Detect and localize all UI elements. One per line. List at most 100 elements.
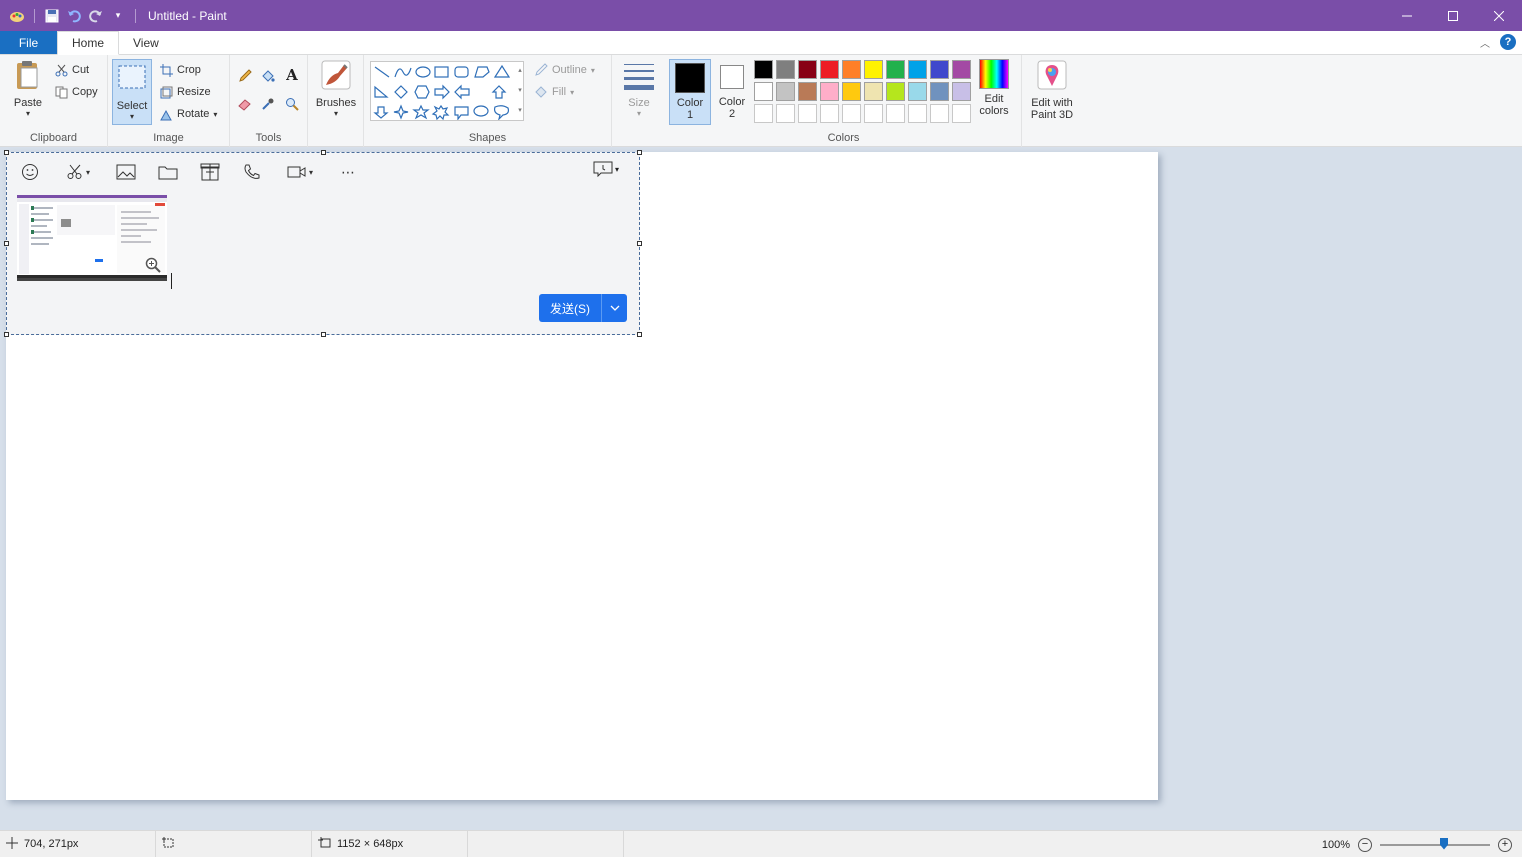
selection-handle-n[interactable] [321, 150, 326, 155]
red-packet-icon[interactable] [199, 161, 221, 183]
palette-custom-slot[interactable] [930, 104, 949, 123]
selection-handle-nw[interactable] [4, 150, 9, 155]
palette-swatch[interactable] [952, 82, 971, 101]
edit-colors-button[interactable]: Edit colors [974, 59, 1014, 117]
redo-icon[interactable] [87, 7, 105, 25]
rotate-icon [159, 107, 173, 121]
shapes-gallery-icons[interactable] [371, 62, 523, 121]
selection-size-cell [156, 830, 312, 857]
palette-custom-slot[interactable] [820, 104, 839, 123]
brushes-button[interactable]: Brushes ▾ [314, 59, 358, 118]
help-icon[interactable]: ? [1500, 34, 1516, 50]
qat-separator [135, 8, 136, 23]
zoom-slider-thumb[interactable] [1440, 837, 1448, 850]
palette-swatch[interactable] [754, 82, 773, 101]
palette-swatch[interactable] [930, 82, 949, 101]
chat-history-icon[interactable]: ▾ [593, 161, 619, 177]
zoom-in-icon[interactable] [145, 257, 161, 273]
zoom-in-status-icon[interactable]: + [1498, 837, 1512, 852]
resize-button[interactable]: Resize [159, 85, 211, 99]
palette-swatch[interactable] [798, 82, 817, 101]
text-tool[interactable]: A [285, 66, 299, 84]
zoom-out-icon[interactable]: − [1358, 837, 1372, 852]
screenshot-thumbnail[interactable] [17, 195, 167, 281]
more-options-icon[interactable]: ⋯ [337, 161, 359, 183]
fill-tool[interactable] [261, 69, 275, 83]
zoom-slider[interactable] [1380, 837, 1490, 850]
palette-custom-slot[interactable] [798, 104, 817, 123]
selection-handle-se[interactable] [637, 332, 642, 337]
palette-custom-slot[interactable] [952, 104, 971, 123]
copy-button[interactable]: Copy [54, 85, 98, 99]
paste-button[interactable]: Paste ▾ [8, 59, 48, 118]
minimize-button[interactable] [1384, 0, 1430, 31]
select-button[interactable]: Select ▾ [112, 59, 152, 125]
palette-swatch[interactable] [886, 60, 905, 79]
palette-swatch[interactable] [930, 60, 949, 79]
palette-swatch[interactable] [908, 82, 927, 101]
palette-swatch[interactable] [908, 60, 927, 79]
palette-custom-slot[interactable] [842, 104, 861, 123]
color-picker-tool[interactable] [261, 97, 275, 111]
window-controls [1384, 0, 1522, 31]
size-button[interactable]: Size ▾ [618, 61, 660, 118]
folder-icon[interactable] [157, 161, 179, 183]
cut-button[interactable]: Cut [54, 63, 89, 77]
palette-custom-slot[interactable] [908, 104, 927, 123]
palette-swatch[interactable] [842, 60, 861, 79]
save-icon[interactable] [43, 7, 61, 25]
shapes-gallery-scroll[interactable]: ▴ ▾ ▾ [514, 61, 526, 121]
palette-custom-slot[interactable] [886, 104, 905, 123]
palette-swatch[interactable] [864, 60, 883, 79]
palette-swatch[interactable] [952, 60, 971, 79]
outline-button[interactable]: Outline ▾ [534, 63, 595, 77]
palette-swatch[interactable] [864, 82, 883, 101]
rotate-button[interactable]: Rotate ▾ [159, 107, 217, 121]
pencil-tool[interactable] [238, 69, 252, 83]
paint-app-icon[interactable] [8, 7, 26, 25]
selection-handle-e[interactable] [637, 241, 642, 246]
palette-custom-slot[interactable] [776, 104, 795, 123]
palette-swatch[interactable] [820, 60, 839, 79]
selection-handle-ne[interactable] [637, 150, 642, 155]
collapse-ribbon-icon[interactable]: ︿ [1480, 35, 1490, 50]
palette-swatch[interactable] [776, 82, 795, 101]
tab-home[interactable]: Home [57, 31, 120, 55]
workspace: ▾ ▾ ⋯ ▾ 发送(S) [0, 148, 1522, 830]
phone-icon[interactable] [241, 161, 263, 183]
maximize-button[interactable] [1430, 0, 1476, 31]
eraser-tool[interactable] [238, 97, 252, 111]
tab-file[interactable]: File [0, 31, 57, 54]
ribbon-right-controls: ︿ ? [1480, 34, 1516, 50]
selection-handle-s[interactable] [321, 332, 326, 337]
video-call-icon[interactable]: ▾ [283, 161, 317, 183]
palette-swatch[interactable] [754, 60, 773, 79]
image-icon[interactable] [115, 161, 137, 183]
customize-qat-dropdown-icon[interactable]: ▾ [109, 7, 127, 25]
paint-bucket-icon [261, 69, 275, 83]
crop-button[interactable]: Crop [159, 63, 201, 77]
emoji-icon[interactable] [19, 161, 41, 183]
group-paint3d: Edit with Paint 3D [1022, 55, 1082, 147]
selection-handle-w[interactable] [4, 241, 9, 246]
color2-button[interactable]: Color 2 [712, 59, 752, 120]
palette-swatch[interactable] [798, 60, 817, 79]
palette-custom-slot[interactable] [864, 104, 883, 123]
screenshot-scissors-icon[interactable]: ▾ [61, 161, 95, 183]
send-button[interactable]: 发送(S) [539, 294, 627, 322]
palette-swatch[interactable] [820, 82, 839, 101]
undo-icon[interactable] [65, 7, 83, 25]
send-dropdown-icon[interactable] [601, 294, 627, 322]
magnifier-tool[interactable] [285, 97, 299, 111]
palette-custom-slot[interactable] [754, 104, 773, 123]
color1-button[interactable]: Color 1 [669, 59, 711, 125]
palette-swatch[interactable] [842, 82, 861, 101]
palette-swatch[interactable] [776, 60, 795, 79]
fill-button[interactable]: Fill ▾ [534, 85, 574, 99]
selection-handle-sw[interactable] [4, 332, 9, 337]
edit-with-paint3d-button[interactable]: Edit with Paint 3D [1026, 59, 1078, 121]
close-button[interactable] [1476, 0, 1522, 31]
palette-swatch[interactable] [886, 82, 905, 101]
tab-view[interactable]: View [119, 31, 173, 54]
pasted-selection[interactable]: ▾ ▾ ⋯ ▾ 发送(S) [4, 150, 642, 337]
